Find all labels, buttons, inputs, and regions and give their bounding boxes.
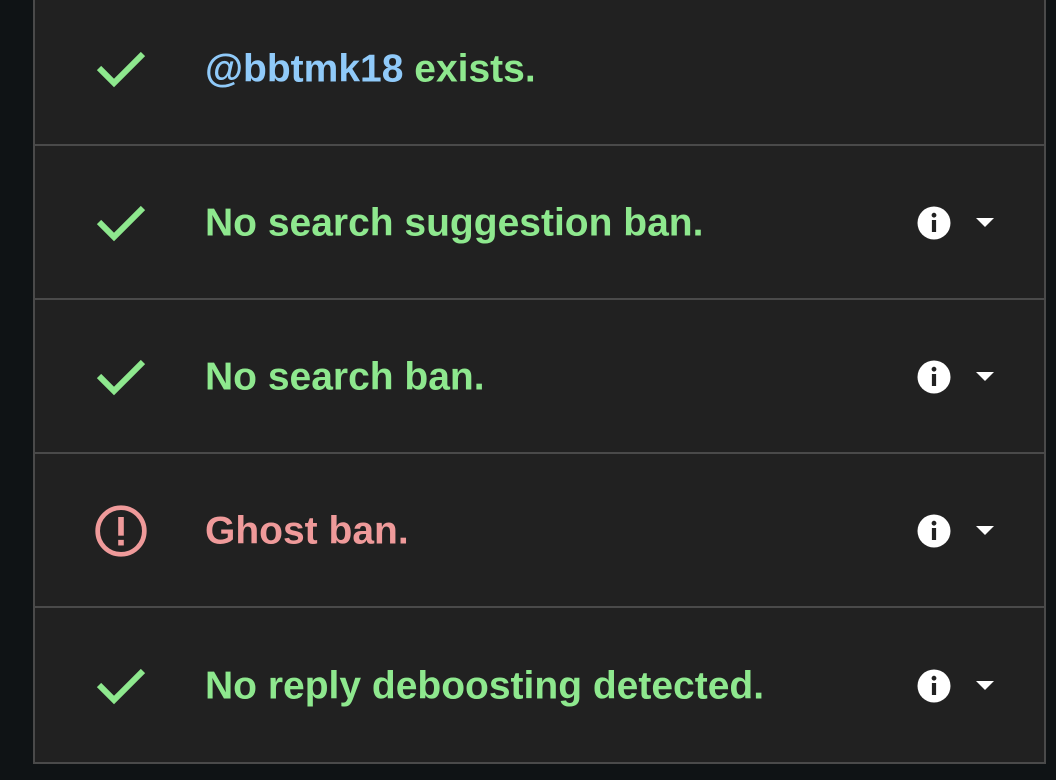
row-actions (916, 513, 996, 549)
result-label: exists. (403, 47, 536, 91)
row-actions (916, 668, 996, 704)
result-row-ghost-ban: Ghost ban. (35, 456, 1044, 608)
caret-down-icon[interactable] (974, 679, 996, 693)
info-icon[interactable] (916, 513, 952, 549)
row-actions (916, 359, 996, 395)
result-label: No search ban. (205, 355, 485, 399)
caret-down-icon[interactable] (974, 524, 996, 538)
result-row-reply-deboosting: No reply deboosting detected. (35, 610, 1044, 762)
check-icon (93, 658, 149, 714)
result-label: No search suggestion ban. (205, 201, 704, 245)
check-icon (93, 41, 149, 97)
result-row-search-ban: No search ban. (35, 302, 1044, 454)
page: @bbtmk18 exists. No search suggestion ba… (0, 0, 1056, 780)
result-row-search-suggestion-ban: No search suggestion ban. (35, 148, 1044, 300)
caret-down-icon[interactable] (974, 216, 996, 230)
check-icon (93, 195, 149, 251)
info-icon[interactable] (916, 668, 952, 704)
row-actions (916, 205, 996, 241)
info-icon[interactable] (916, 205, 952, 241)
result-label: Ghost ban. (205, 509, 409, 553)
caret-down-icon[interactable] (974, 370, 996, 384)
result-row-exists: @bbtmk18 exists. (35, 0, 1044, 146)
info-icon[interactable] (916, 359, 952, 395)
result-text: @bbtmk18 exists. (205, 50, 536, 89)
result-label: No reply deboosting detected. (205, 664, 765, 708)
check-icon (93, 349, 149, 405)
handle-link[interactable]: @bbtmk18 (205, 48, 403, 91)
alert-circle-icon (93, 503, 149, 559)
results-panel: @bbtmk18 exists. No search suggestion ba… (33, 0, 1046, 764)
